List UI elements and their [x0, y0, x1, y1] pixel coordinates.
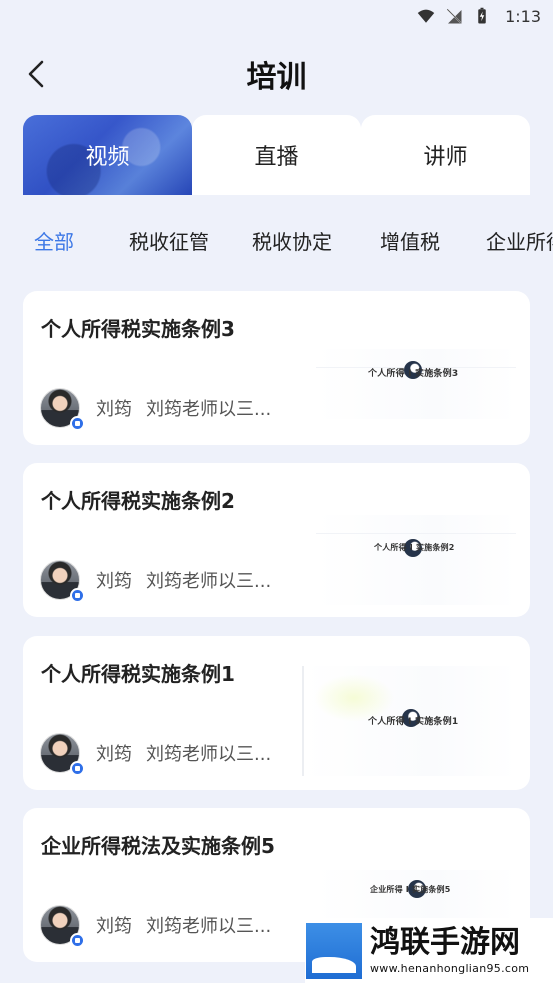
status-bar: 1:13 [0, 0, 553, 32]
video-title: 个人所得税实施条例3 [41, 317, 235, 341]
battery-icon [478, 7, 486, 24]
header: 培训 [0, 48, 553, 100]
signal-off-icon [446, 8, 462, 24]
thumbnail-text: 个人所得 I 实施条例1 [368, 717, 459, 727]
category-bar: 全部 税收征管 税收协定 增值税 企业所得 [0, 226, 553, 258]
avatar[interactable] [40, 905, 85, 948]
author-description: 刘筠老师以三... [146, 571, 272, 592]
watermark-title: 鸿联手游网 [370, 925, 520, 960]
author-description: 刘筠老师以三... [146, 744, 272, 765]
tab-lecturer[interactable]: 讲师 [361, 115, 530, 195]
video-title: 企业所得税法及实施条例5 [41, 834, 275, 858]
watermark-logo-icon [306, 922, 362, 979]
author-row: 刘筠 刘筠老师以三... [40, 733, 272, 776]
video-thumbnail: 个人所得 I 实施条例3 [316, 349, 516, 419]
avatar[interactable] [40, 560, 85, 603]
thumbnail-text: 企业所得 I 实施条例5 [370, 885, 451, 894]
video-card[interactable]: 个人所得税实施条例1 个人所得 I 实施条例1 刘筠 刘筠老师以三... [23, 636, 530, 790]
site-watermark: 鸿联手游网 www.henanhonglian95.com [305, 918, 553, 983]
author-row: 刘筠 刘筠老师以三... [40, 560, 272, 603]
author-description: 刘筠老师以三... [146, 399, 272, 420]
avatar[interactable] [40, 388, 85, 431]
verified-badge-icon [70, 933, 85, 948]
author-name: 刘筠 [96, 571, 132, 592]
status-time: 1:13 [505, 6, 541, 26]
author-name: 刘筠 [96, 916, 132, 937]
video-card[interactable]: 个人所得税实施条例2 个人所得 I 实施条例2 刘筠 刘筠老师以三... [23, 463, 530, 617]
tab-label: 视频 [85, 145, 130, 170]
verified-badge-icon [70, 588, 85, 603]
category-tax-administration[interactable]: 税收征管 [129, 226, 209, 255]
divider [316, 533, 516, 534]
thumbnail-text: 个人所得 I 实施条例2 [374, 543, 455, 552]
tab-label: 讲师 [423, 145, 468, 170]
video-title: 个人所得税实施条例1 [41, 662, 235, 686]
video-card[interactable]: 个人所得税实施条例3 个人所得 I 实施条例3 刘筠 刘筠老师以三... [23, 291, 530, 445]
tab-video[interactable]: 视频 [23, 115, 192, 195]
watermark-text: 鸿联手游网 www.henanhonglian95.com [370, 925, 530, 976]
watermark-url: www.henanhonglian95.com [370, 962, 530, 975]
tab-bar: 视频 直播 讲师 [23, 115, 530, 195]
author-row: 刘筠 刘筠老师以三... [40, 388, 272, 431]
video-thumbnail: 个人所得 I 实施条例1 [302, 666, 516, 776]
author-name: 刘筠 [96, 399, 132, 420]
category-tax-treaty[interactable]: 税收协定 [252, 226, 332, 255]
author-name: 刘筠 [96, 744, 132, 765]
page-title: 培训 [246, 60, 307, 95]
verified-badge-icon [70, 416, 85, 431]
author-description: 刘筠老师以三... [146, 916, 272, 937]
category-corporate-income[interactable]: 企业所得 [486, 226, 553, 255]
author-row: 刘筠 刘筠老师以三... [40, 905, 272, 948]
tab-live[interactable]: 直播 [192, 115, 361, 195]
wifi-icon [417, 9, 435, 23]
avatar[interactable] [40, 733, 85, 776]
category-all[interactable]: 全部 [34, 226, 74, 255]
thumbnail-text: 个人所得 I 实施条例3 [368, 369, 459, 379]
video-title: 个人所得税实施条例2 [41, 489, 235, 513]
category-vat[interactable]: 增值税 [380, 226, 440, 255]
video-thumbnail: 个人所得 I 实施条例2 [316, 515, 516, 605]
verified-badge-icon [70, 761, 85, 776]
tab-label: 直播 [254, 145, 299, 170]
